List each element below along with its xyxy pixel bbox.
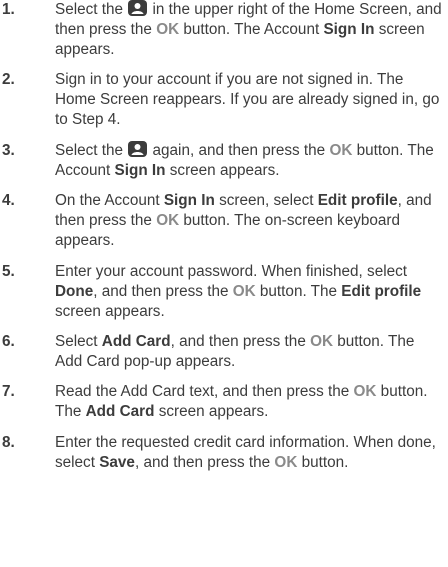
step-item: 4. On the Account Sign In screen, select … [2,191,448,251]
ok-button-label: OK [329,141,353,159]
step-text-run: Enter your account password. When finish… [55,262,408,280]
ok-button-label: OK [232,282,256,300]
account-icon [128,0,148,16]
step-text-run: , and then press the [170,332,311,350]
step-text-run: screen, select [214,192,318,210]
step-text: Read the Add Card text, and then press t… [55,383,427,420]
step-item: 6. Select Add Card, and then press the OK… [2,332,448,372]
ui-label-bold: Add Card [101,332,171,350]
step-text-run: screen appears. [55,302,165,320]
step-number: 2. [2,71,15,89]
step-text: Select the in the upper right of the Hom… [55,0,442,58]
step-item: 3. Select the again, and then press the O… [2,140,448,181]
ui-label-bold: Add Card [85,403,155,421]
step-text: On the Account Sign In screen, select Ed… [55,192,432,249]
step-text-run: , and then press the [93,282,233,300]
step-text-run: On the Account [55,192,164,210]
step-text-run: Select [55,332,102,350]
ok-button-label: OK [156,212,180,230]
step-number: 7. [2,383,15,401]
ui-label-bold: Done [55,282,94,300]
step-number: 8. [2,433,15,451]
ui-label-bold: Sign In [323,21,375,38]
step-number: 5. [2,262,15,280]
step-text-run: button. The [255,282,342,300]
account-icon [128,140,148,157]
ui-label-bold: Edit profile [317,192,398,210]
step-text-run: Sign in to your account if you are not s… [55,71,440,129]
step-text-run: screen appears. [165,161,280,179]
step-number: 1. [2,1,15,18]
step-text-run: , and then press the [134,453,275,471]
step-item: 8. Enter the requested credit card inform… [2,433,448,473]
step-text: Sign in to your account if you are not s… [55,71,439,128]
step-number: 4. [2,192,15,210]
ok-button-label: OK [156,21,180,38]
ok-button-label: OK [353,383,377,401]
ui-label-bold: Edit profile [341,282,422,300]
instruction-steps: 1. Select the in the upper right of the H… [0,0,448,473]
step-text-run: again, and then press the [148,141,330,159]
step-item: 7. Read the Add Card text, and then press… [2,382,448,422]
step-item: 2. Sign in to your account if you are not… [2,70,448,130]
step-text: Select the again, and then press the OK … [55,140,434,179]
ui-label-bold: Sign In [163,192,215,210]
step-text-run: button. [297,453,349,471]
step-text: Enter your account password. When finish… [55,263,421,320]
step-item: 1. Select the in the upper right of the H… [2,0,448,60]
ok-button-label: OK [310,332,334,350]
step-text-run: screen appears. [154,403,269,421]
step-text: Select Add Card, and then press the OK b… [55,333,414,370]
step-text-run: button. The Account [179,21,324,38]
step-text-run: Select the [55,1,128,18]
step-text-run: Read the Add Card text, and then press t… [55,383,354,401]
step-text: Enter the requested credit card informat… [55,434,436,471]
ui-label-bold: Sign In [114,161,166,179]
step-number: 6. [2,332,15,350]
ui-label-bold: Save [99,453,135,471]
step-item: 5. Enter your account password. When fini… [2,262,448,322]
ok-button-label: OK [274,453,298,471]
step-text-run: Select the [55,141,128,159]
step-number: 3. [2,141,15,159]
